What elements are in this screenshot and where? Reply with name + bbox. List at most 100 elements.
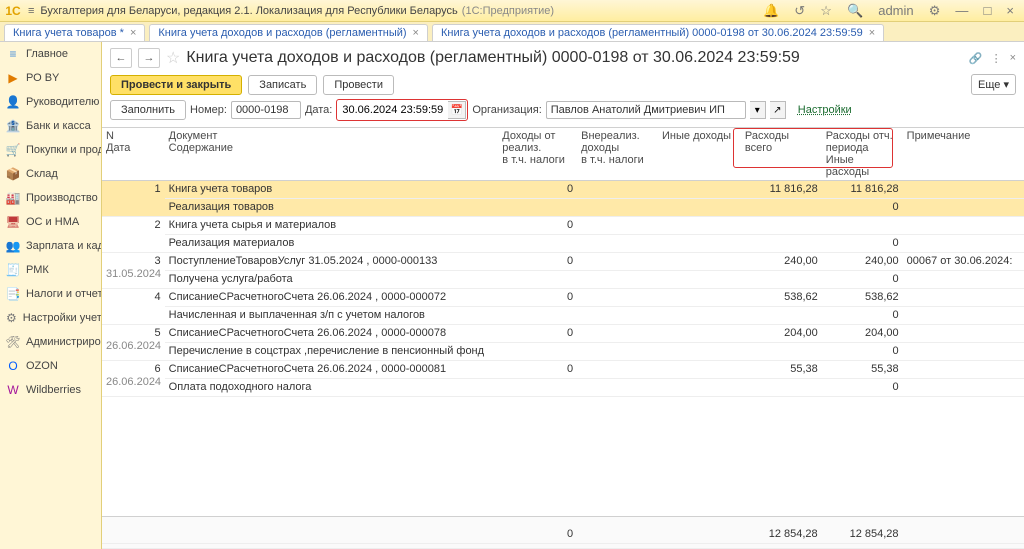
history-icon[interactable]: ↺ xyxy=(794,3,805,18)
org-dropdown-icon[interactable]: ▾ xyxy=(750,101,766,119)
date-field[interactable] xyxy=(338,102,448,118)
favorite-icon[interactable]: ☆ xyxy=(166,48,180,68)
table-row[interactable]: 1Книга учета товаров011 816,2811 816,28 xyxy=(102,181,1024,199)
star-icon[interactable]: ☆ xyxy=(820,3,832,18)
menu-icon[interactable]: ≡ xyxy=(28,5,34,17)
table-row[interactable]: 526.06.2024СписаниеСРасчетногоСчета 26.0… xyxy=(102,325,1024,343)
table-row[interactable]: 626.06.2024СписаниеСРасчетногоСчета 26.0… xyxy=(102,361,1024,379)
sidebar-icon: 📑 xyxy=(6,287,20,301)
sidebar-label: Налоги и отчетность xyxy=(26,288,102,300)
sidebar-icon: 🛒 xyxy=(6,143,20,157)
tab-2[interactable]: Книга учета доходов и расходов (регламен… xyxy=(432,24,884,41)
col-vnereal[interactable]: Внереализ. доходыв т.ч. налоги xyxy=(577,128,658,181)
number-field[interactable] xyxy=(231,101,301,119)
sidebar-item-7[interactable]: 🖥ОС и НМА xyxy=(0,210,101,234)
sidebar-icon: ⚙ xyxy=(6,311,17,325)
tab-0[interactable]: Книга учета товаров * × xyxy=(4,24,145,41)
minimize-icon[interactable]: — xyxy=(955,3,968,18)
calendar-icon[interactable]: 📅 xyxy=(448,101,466,119)
sidebar-item-1[interactable]: ▶РО BY xyxy=(0,66,101,90)
org-field[interactable] xyxy=(546,101,746,119)
sidebar-item-12[interactable]: 🛠Администрирование xyxy=(0,330,101,354)
tab-label: Книга учета доходов и расходов (регламен… xyxy=(441,27,863,39)
table-row-sub[interactable]: Перечисление в соцстрах ,перечисление в … xyxy=(102,343,1024,361)
sidebar: ≡Главное▶РО BY 👤 Руководителю 🏦Банк и касса… xyxy=(0,42,102,549)
more-actions-icon[interactable]: ⋮ xyxy=(991,52,1002,65)
col-other[interactable]: Иные доходы xyxy=(658,128,741,181)
sidebar-item-8[interactable]: 👥Зарплата и кадры xyxy=(0,234,101,258)
col-doc[interactable]: ДокументСодержание xyxy=(165,128,499,181)
write-button[interactable]: Записать xyxy=(248,75,317,95)
sidebar-label: ОС и НМА xyxy=(26,216,79,228)
col-dohod-real[interactable]: Доходы от реализ.в т.ч. налоги xyxy=(498,128,577,181)
sidebar-item-13[interactable]: OOZON xyxy=(0,354,101,378)
settings-link[interactable]: Настройки xyxy=(798,104,852,116)
date-field-wrap: 📅 xyxy=(336,99,468,121)
data-grid[interactable]: NДата ДокументСодержание Доходы от реали… xyxy=(102,127,1024,516)
document-title: Книга учета доходов и расходов (регламен… xyxy=(186,49,799,67)
link-icon[interactable]: 🔗 xyxy=(969,52,983,65)
sidebar-icon: 📦 xyxy=(6,167,20,181)
sidebar-label: Покупки и продажи xyxy=(26,144,102,156)
search-icon[interactable]: 🔍 xyxy=(847,3,863,18)
sidebar-icon: W xyxy=(6,383,20,397)
table-row-sub[interactable]: Получена услуга/работа0 xyxy=(102,271,1024,289)
col-note[interactable]: Примечание xyxy=(903,128,1024,181)
table-row[interactable]: 2Книга учета сырья и материалов0 xyxy=(102,217,1024,235)
sidebar-icon: 👤 xyxy=(6,95,20,109)
close-panel-icon[interactable]: × xyxy=(1010,52,1016,65)
table-row-sub[interactable]: Реализация материалов0 xyxy=(102,235,1024,253)
tab-1[interactable]: Книга учета доходов и расходов (регламен… xyxy=(149,24,428,41)
app-logo-icon: 1C xyxy=(4,2,22,20)
tab-close-icon[interactable]: × xyxy=(130,27,136,39)
table-row-sub[interactable]: Начисленная и выплаченная з/п с учетом н… xyxy=(102,307,1024,325)
col-rash-period[interactable]: Расходы отч. периодаИные расходы xyxy=(822,128,903,181)
post-and-close-button[interactable]: Провести и закрыть xyxy=(110,75,242,95)
settings-icon[interactable]: ⚙ xyxy=(929,3,941,18)
sidebar-label: РМК xyxy=(26,264,49,276)
sidebar-icon: 🧾 xyxy=(6,263,20,277)
org-open-icon[interactable]: ↗ xyxy=(770,101,786,119)
tab-close-icon[interactable]: × xyxy=(413,27,419,39)
back-button[interactable]: ← xyxy=(110,48,132,68)
tab-close-icon[interactable]: × xyxy=(869,27,875,39)
col-n[interactable]: NДата xyxy=(102,128,165,181)
sidebar-icon: O xyxy=(6,359,20,373)
sidebar-item-4[interactable]: 🛒 Покупки и продажи xyxy=(0,138,101,162)
org-label: Организация: xyxy=(472,104,541,116)
sidebar-item-6[interactable]: 🏭Производство xyxy=(0,186,101,210)
post-button[interactable]: Провести xyxy=(323,75,394,95)
sidebar-label: Главное xyxy=(26,48,68,60)
user-label[interactable]: admin xyxy=(878,3,913,18)
sidebar-item-3[interactable]: 🏦Банк и касса xyxy=(0,114,101,138)
app-title: Бухгалтерия для Беларуси, редакция 2.1. … xyxy=(40,5,457,17)
more-button[interactable]: Еще ▾ xyxy=(971,74,1016,95)
date-label: Дата: xyxy=(305,104,332,116)
sidebar-label: Wildberries xyxy=(26,384,81,396)
col-rash-all[interactable]: Расходы всего xyxy=(741,128,822,181)
sidebar-item-14[interactable]: W Wildberries xyxy=(0,378,101,402)
sidebar-item-2[interactable]: 👤 Руководителю xyxy=(0,90,101,114)
sidebar-item-0[interactable]: ≡Главное xyxy=(0,42,101,66)
sidebar-label: Склад xyxy=(26,168,58,180)
bell-icon[interactable]: 🔔 xyxy=(763,3,779,18)
table-row-sub[interactable]: Реализация товаров0 xyxy=(102,199,1024,217)
forward-button[interactable]: → xyxy=(138,48,160,68)
close-icon[interactable]: × xyxy=(1006,3,1014,18)
app-suffix: (1С:Предприятие) xyxy=(462,5,554,17)
sidebar-item-11[interactable]: ⚙ Настройки учета xyxy=(0,306,101,330)
table-row[interactable]: 4СписаниеСРасчетногоСчета 26.06.2024 , 0… xyxy=(102,289,1024,307)
sidebar-label: Настройки учета xyxy=(23,312,102,324)
totals-row: 0 12 854,28 12 854,28 xyxy=(102,516,1024,549)
sidebar-label: Руководителю xyxy=(26,96,99,108)
tab-label: Книга учета доходов и расходов (регламен… xyxy=(158,27,406,39)
table-row[interactable]: 331.05.2024ПоступлениеТоваровУслуг 31.05… xyxy=(102,253,1024,271)
sidebar-icon: 🏦 xyxy=(6,119,20,133)
table-row-sub[interactable]: Оплата подоходного налога0 xyxy=(102,379,1024,397)
fill-button[interactable]: Заполнить xyxy=(110,100,186,120)
sidebar-item-10[interactable]: 📑 Налоги и отчетность xyxy=(0,282,101,306)
sidebar-item-9[interactable]: 🧾 РМК xyxy=(0,258,101,282)
sidebar-label: РО BY xyxy=(26,72,59,84)
sidebar-item-5[interactable]: 📦 Склад xyxy=(0,162,101,186)
maximize-icon[interactable]: □ xyxy=(983,3,991,18)
